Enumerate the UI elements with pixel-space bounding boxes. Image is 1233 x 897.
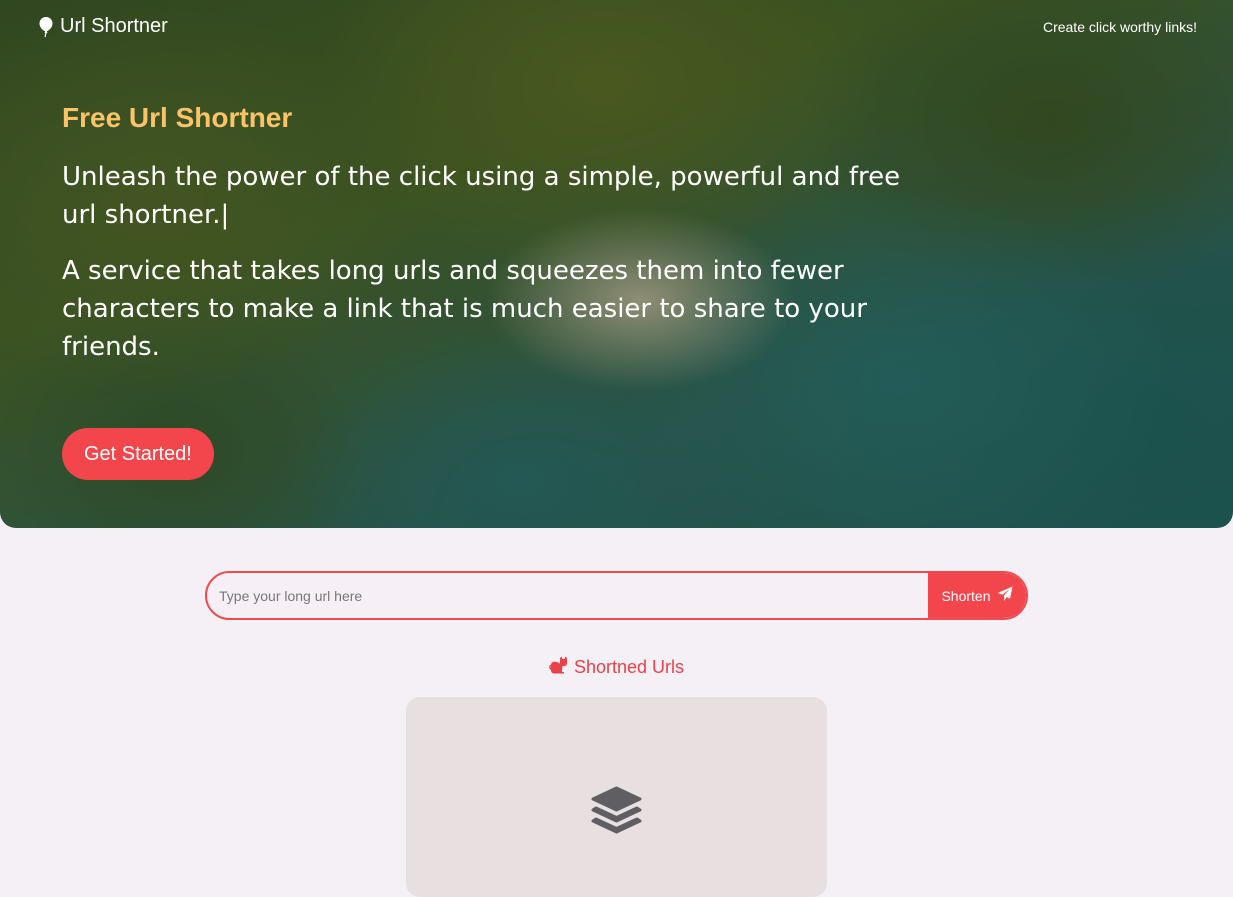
hero-banner: Url Shortner Create click worthy links! … bbox=[0, 0, 1233, 528]
layers-icon bbox=[590, 786, 643, 842]
shorten-button[interactable]: Shorten bbox=[928, 573, 1026, 618]
paper-plane-icon bbox=[997, 586, 1013, 605]
long-url-input[interactable] bbox=[207, 573, 928, 618]
header-tagline: Create click worthy links! bbox=[1042, 19, 1197, 35]
brand-logo[interactable]: Url Shortner bbox=[38, 15, 168, 38]
hero-headline: Unleash the power of the click using a s… bbox=[62, 162, 901, 230]
shorten-button-label: Shorten bbox=[941, 587, 991, 604]
cat-icon bbox=[549, 656, 568, 679]
shorten-form: Shorten bbox=[205, 571, 1028, 620]
shortened-urls-heading: Shortned Urls bbox=[0, 656, 1233, 679]
shortened-urls-title: Shortned Urls bbox=[573, 657, 685, 677]
hero-eyebrow: Free Url Shortner bbox=[62, 102, 293, 133]
balloon-icon bbox=[38, 16, 54, 38]
get-started-button[interactable]: Get Started! bbox=[62, 428, 214, 480]
empty-state-card bbox=[406, 697, 827, 897]
brand-name: Url Shortner bbox=[60, 15, 168, 37]
hero-description: A service that takes long urls and squee… bbox=[62, 256, 867, 362]
